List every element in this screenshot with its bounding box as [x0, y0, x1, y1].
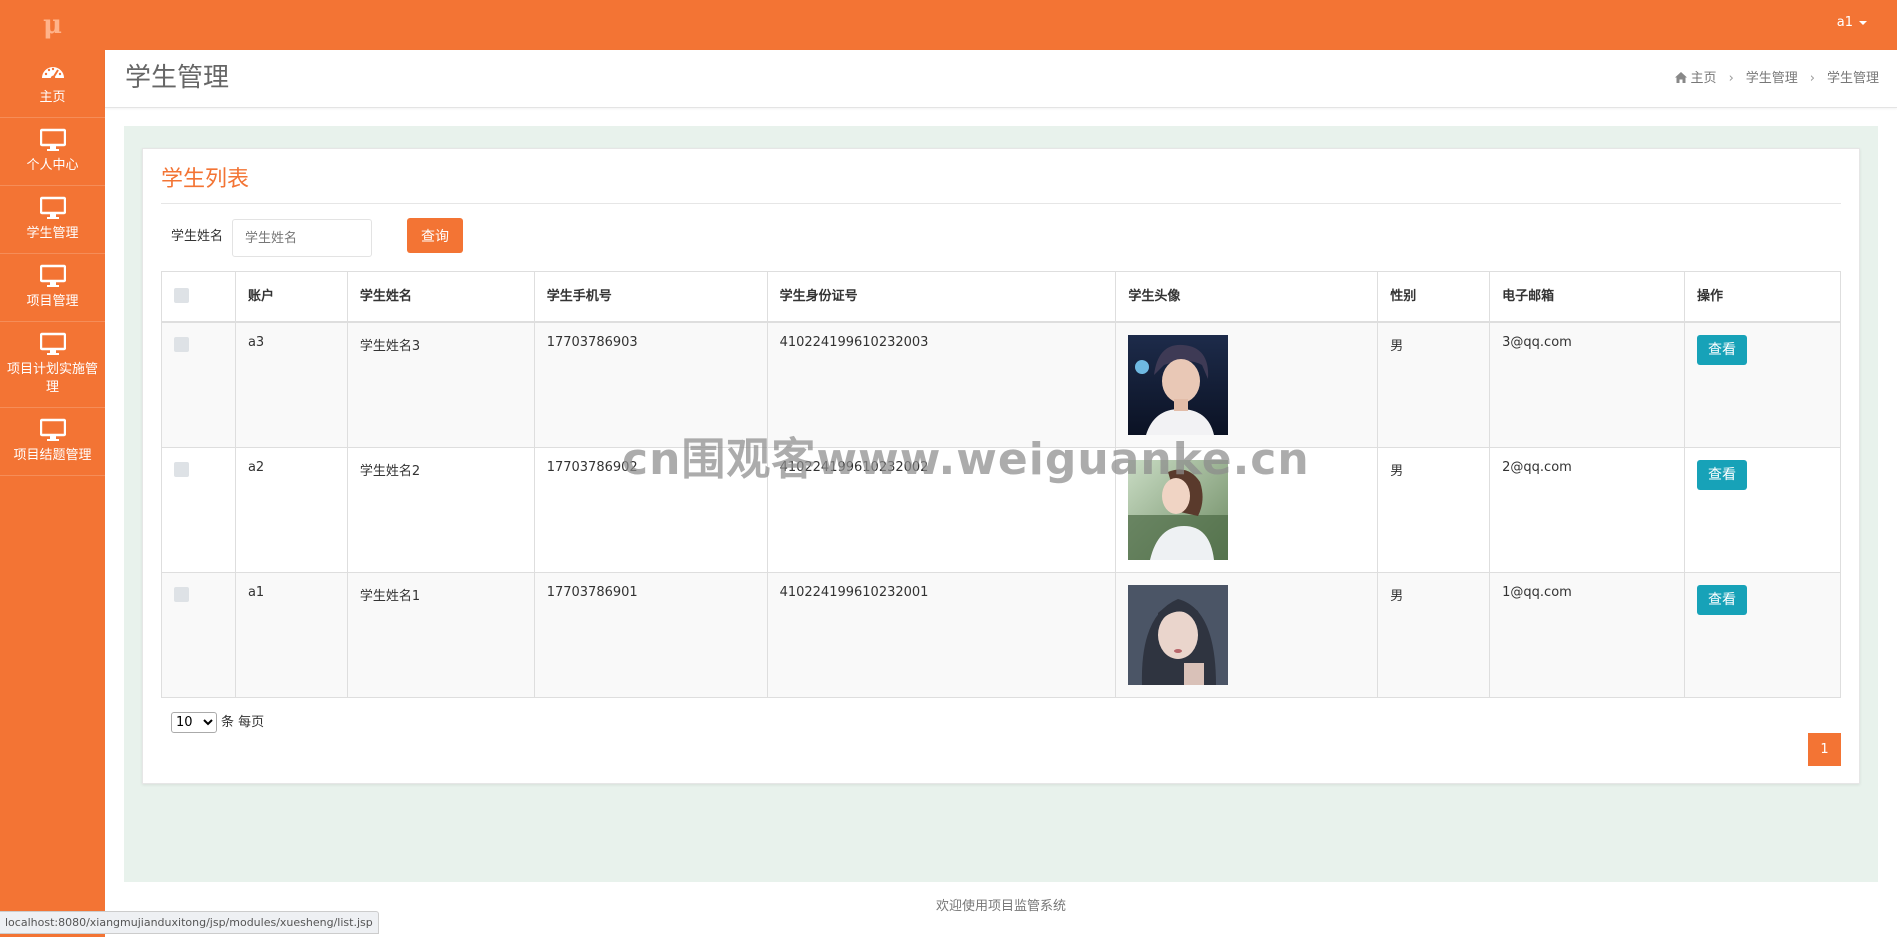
- select-all-cell: [161, 271, 236, 323]
- avatar-cell: [1115, 572, 1379, 698]
- email-cell: 1@qq.com: [1489, 572, 1686, 698]
- account-cell: a3: [234, 321, 348, 448]
- idcard-cell: 410224199610232002: [766, 447, 1117, 573]
- sidebar-item-label: 项目计划实施管理: [6, 362, 98, 395]
- monitor-icon: [39, 128, 66, 151]
- page-1-button[interactable]: 1: [1808, 733, 1841, 766]
- view-button[interactable]: 查看: [1697, 335, 1748, 365]
- page-header: 学生管理 主页 › 学生管理 › 学生管理: [105, 50, 1897, 108]
- phone-cell: 17703786903: [533, 321, 768, 448]
- phone-cell: 17703786901: [533, 572, 768, 698]
- row-checkbox[interactable]: [174, 587, 189, 602]
- column-header-phone[interactable]: 学生手机号: [533, 271, 768, 323]
- user-name: a1: [1836, 15, 1853, 30]
- panel-title: 学生列表: [161, 167, 250, 192]
- monitor-icon: [39, 332, 66, 355]
- email-cell: 3@qq.com: [1489, 321, 1686, 448]
- student-name-search-input[interactable]: [232, 219, 372, 257]
- table-row: a2 学生姓名2 17703786902 410224199610232002 …: [161, 447, 1841, 573]
- column-header-email[interactable]: 电子邮箱: [1489, 271, 1686, 323]
- idcard-cell: 410224199610232001: [766, 572, 1117, 698]
- sidebar-item-project-plan-management[interactable]: 项目计划实施管理: [0, 322, 105, 408]
- account-cell: a1: [234, 572, 348, 698]
- breadcrumb-home[interactable]: 主页: [1691, 71, 1717, 86]
- sidebar-item-label: 个人中心: [26, 158, 79, 173]
- gender-cell: 男: [1377, 572, 1491, 698]
- user-menu[interactable]: a1: [1837, 0, 1867, 46]
- breadcrumb-section[interactable]: 学生管理: [1746, 71, 1798, 86]
- name-cell: 学生姓名2: [346, 447, 535, 573]
- gender-cell: 男: [1377, 447, 1491, 573]
- row-checkbox-cell: [161, 572, 236, 698]
- gender-cell: 男: [1377, 321, 1491, 448]
- row-checkbox[interactable]: [174, 337, 189, 352]
- action-cell: 查看: [1684, 572, 1841, 698]
- column-header-action: 操作: [1684, 271, 1841, 323]
- column-header-avatar[interactable]: 学生头像: [1115, 271, 1379, 323]
- avatar-cell: [1115, 447, 1379, 573]
- browser-status-url: localhost:8080/xiangmujianduxitong/jsp/m…: [0, 911, 379, 934]
- sidebar-item-label: 项目管理: [26, 294, 79, 309]
- student-avatar: [1128, 460, 1229, 560]
- caret-down-icon: [1859, 20, 1867, 25]
- row-checkbox-cell: [161, 321, 236, 448]
- monitor-icon: [39, 418, 66, 441]
- email-cell: 2@qq.com: [1489, 447, 1686, 573]
- page-size-select[interactable]: 10: [171, 712, 217, 733]
- column-header-gender[interactable]: 性别: [1377, 271, 1491, 323]
- column-header-idcard[interactable]: 学生身份证号: [766, 271, 1117, 323]
- row-checkbox-cell: [161, 447, 236, 573]
- column-header-account[interactable]: 账户: [234, 271, 348, 323]
- home-icon: [1674, 72, 1687, 83]
- select-all-checkbox[interactable]: [174, 288, 189, 303]
- page-size-suffix: 条 每页: [221, 715, 265, 730]
- view-button[interactable]: 查看: [1697, 585, 1748, 615]
- search-label: 学生姓名: [171, 229, 224, 244]
- action-cell: 查看: [1684, 321, 1841, 448]
- account-cell: a2: [234, 447, 348, 573]
- dashboard-icon: [41, 67, 64, 81]
- sidebar-item-personal-center[interactable]: 个人中心: [0, 118, 105, 186]
- name-cell: 学生姓名1: [346, 572, 535, 698]
- student-list-panel: 学生列表 学生姓名 查询 账户 学生姓名 学生手机号 学生身份证号 学生头像 性…: [142, 148, 1860, 784]
- row-checkbox[interactable]: [174, 462, 189, 477]
- sidebar-item-home[interactable]: 主页: [0, 50, 105, 118]
- top-bar: μ a1: [0, 0, 1897, 50]
- sidebar-item-label: 项目结题管理: [13, 448, 92, 463]
- sidebar-item-project-closing-management[interactable]: 项目结题管理: [0, 408, 105, 476]
- query-button[interactable]: 查询: [407, 218, 463, 253]
- sidebar-item-label: 主页: [39, 90, 66, 105]
- monitor-icon: [39, 196, 66, 219]
- table-row: a3 学生姓名3 17703786903 410224199610232003: [161, 321, 1841, 448]
- chevron-right-icon: ›: [1728, 71, 1734, 86]
- student-avatar: [1128, 585, 1229, 685]
- view-button[interactable]: 查看: [1697, 460, 1748, 490]
- chevron-right-icon: ›: [1809, 71, 1815, 86]
- name-cell: 学生姓名3: [346, 321, 535, 448]
- student-avatar: [1128, 335, 1229, 435]
- column-header-name[interactable]: 学生姓名: [346, 271, 535, 323]
- avatar-cell: [1115, 321, 1379, 448]
- page-title: 学生管理: [125, 63, 230, 93]
- breadcrumb: 主页 › 学生管理 › 学生管理: [1674, 70, 1879, 88]
- monitor-icon: [39, 264, 66, 287]
- app-logo[interactable]: μ: [0, 0, 105, 50]
- idcard-cell: 410224199610232003: [766, 321, 1117, 448]
- sidebar-item-label: 学生管理: [26, 226, 79, 241]
- sidebar-item-student-management[interactable]: 学生管理: [0, 186, 105, 254]
- action-cell: 查看: [1684, 447, 1841, 573]
- divider: [161, 203, 1841, 204]
- sidebar: 主页 个人中心 学生管理 项目管理 项目计划实施管理 项目结题管理: [0, 50, 105, 937]
- table-row: a1 学生姓名1 17703786901 410224199610232001 …: [161, 572, 1841, 698]
- page-size-control: 10 条 每页: [171, 712, 264, 734]
- breadcrumb-current: 学生管理: [1826, 71, 1879, 86]
- phone-cell: 17703786902: [533, 447, 768, 573]
- sidebar-item-project-management[interactable]: 项目管理: [0, 254, 105, 322]
- student-table: 账户 学生姓名 学生手机号 学生身份证号 学生头像 性别 电子邮箱 操作 a3 …: [161, 271, 1841, 698]
- table-header-row: 账户 学生姓名 学生手机号 学生身份证号 学生头像 性别 电子邮箱 操作: [161, 271, 1841, 323]
